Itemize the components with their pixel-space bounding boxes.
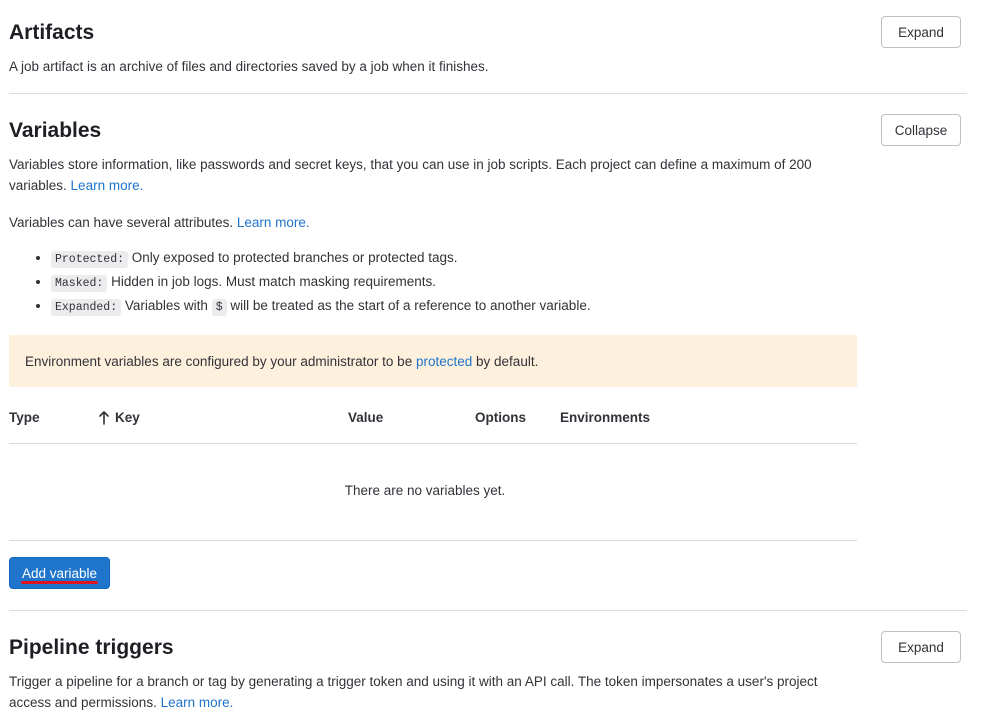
attribute-protected: Protected: Only exposed to protected bra… [51, 247, 591, 271]
table-footer-divider [9, 540, 857, 541]
variables-attributes-intro: Variables can have several attributes. L… [9, 212, 310, 233]
attributes-list: Protected: Only exposed to protected bra… [9, 247, 591, 319]
column-header-options[interactable]: Options [475, 410, 526, 425]
artifacts-title: Artifacts [9, 21, 95, 44]
alert-text: Environment variables are configured by … [25, 353, 413, 369]
section-divider [9, 93, 967, 94]
section-divider [9, 610, 967, 611]
variables-attributes-text: Variables can have several attributes. [9, 215, 234, 230]
variables-attributes-learn-more-link[interactable]: Learn more. [237, 215, 310, 230]
arrow-up-icon [99, 410, 109, 425]
attribute-code: Protected: [51, 251, 129, 268]
attribute-text: Only exposed to protected branches or pr… [131, 250, 458, 265]
empty-state-text: There are no variables yet. [344, 483, 506, 498]
artifacts-expand-button[interactable]: Expand [881, 16, 961, 48]
pipeline-triggers-expand-button[interactable]: Expand [881, 631, 961, 663]
variables-collapse-button[interactable]: Collapse [881, 114, 961, 146]
column-header-key[interactable]: Key [98, 410, 140, 425]
table-header-divider [9, 443, 857, 444]
attribute-text: Hidden in job logs. Must match masking r… [111, 274, 436, 289]
variables-learn-more-link[interactable]: Learn more. [71, 178, 144, 193]
attribute-code: Expanded: [51, 299, 122, 316]
pipeline-triggers-text: Trigger a pipeline for a branch or tag b… [9, 674, 818, 710]
protected-variables-alert: Environment variables are configured by … [9, 335, 857, 387]
column-header-type[interactable]: Type [9, 410, 40, 425]
alert-text-after: by default. [476, 353, 539, 369]
attribute-expanded: Expanded: Variables with $ will be treat… [51, 295, 591, 319]
attribute-masked: Masked: Hidden in job logs. Must match m… [51, 271, 591, 295]
pipeline-triggers-description: Trigger a pipeline for a branch or tag b… [9, 671, 859, 713]
variables-description: Variables store information, like passwo… [9, 154, 839, 196]
attribute-inline-code: $ [211, 299, 227, 316]
alert-protected-link[interactable]: protected [416, 354, 472, 369]
attribute-text: will be treated as the start of a refere… [230, 298, 591, 313]
column-header-value[interactable]: Value [348, 410, 383, 425]
variables-title: Variables [9, 119, 102, 142]
attribute-text: Variables with [124, 298, 208, 313]
add-variable-label: Add variable [20, 565, 99, 584]
add-variable-button[interactable]: Add variable [9, 557, 110, 589]
pipeline-triggers-learn-more-link[interactable]: Learn more. [161, 695, 234, 710]
attribute-code: Masked: [51, 275, 108, 292]
artifacts-description: A job artifact is an archive of files an… [9, 59, 489, 74]
column-header-key-label: Key [115, 410, 140, 425]
column-header-environments[interactable]: Environments [560, 410, 650, 425]
pipeline-triggers-title: Pipeline triggers [9, 636, 174, 659]
